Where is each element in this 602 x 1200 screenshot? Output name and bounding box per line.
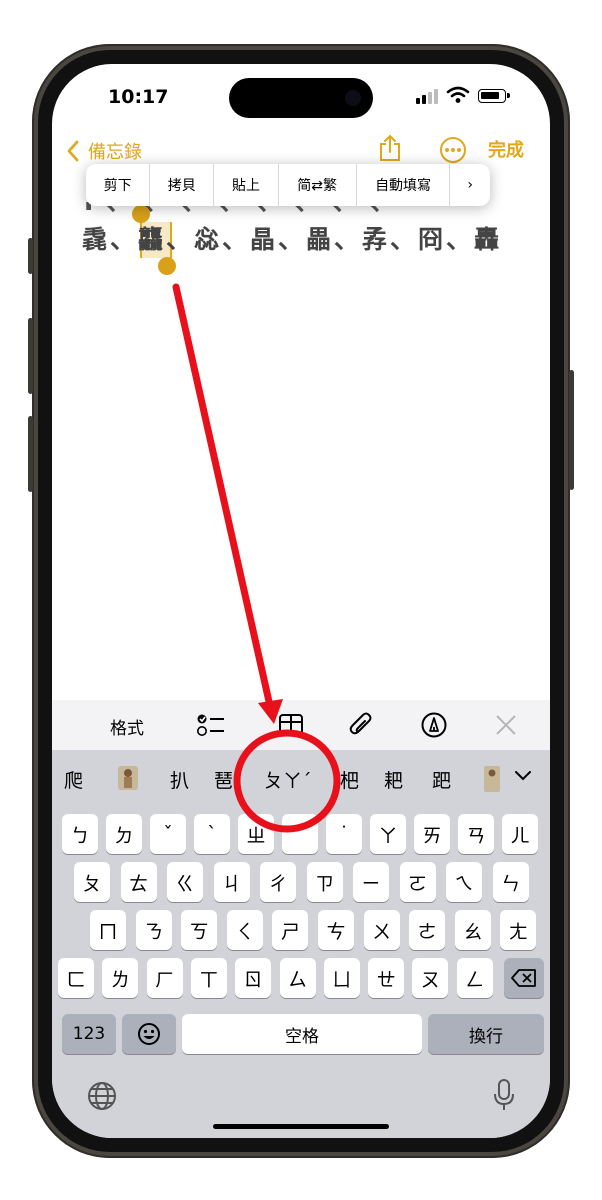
return-key[interactable]: 換行 xyxy=(428,1014,544,1054)
candidate-4[interactable]: 杷 xyxy=(340,766,359,793)
zhuyin-keyboard: 爬 扒 琶 ㄆㄚˊ 杷 耙 跁 ㄅㄉ ˇ ˋ ㄓ ˊ ˙ ㄚㄞㄢㄦ ㄆㄊㄍㄐㄔㄗㄧㄛㄟㄣ ㄇ… xyxy=(52,750,550,1138)
candidate-5[interactable]: 耙 xyxy=(384,766,403,793)
zhuyin-key[interactable]: ˋ xyxy=(194,814,230,854)
zhuyin-key[interactable]: ㄥ xyxy=(456,958,493,998)
emoji-icon xyxy=(138,1023,160,1045)
selection-end-handle[interactable] xyxy=(158,257,176,275)
candidate-1[interactable]: 爬 xyxy=(64,766,83,793)
menu-item-cut[interactable]: 剪下 xyxy=(86,164,151,206)
checklist-icon[interactable] xyxy=(196,711,226,739)
zhuyin-key[interactable]: ㄍ xyxy=(167,862,203,902)
format-toolbar: 格式 xyxy=(52,700,550,750)
done-button[interactable]: 完成 xyxy=(488,136,524,166)
zhuyin-key[interactable]: ㄌ xyxy=(102,958,139,998)
zhuyin-key[interactable]: ㄔ xyxy=(260,862,296,902)
zhuyin-key[interactable]: ㄙ xyxy=(279,958,316,998)
sticker-candidate-icon-2[interactable] xyxy=(482,764,500,794)
zhuyin-key[interactable]: ㄞ xyxy=(414,814,450,854)
chevron-left-icon xyxy=(67,140,79,162)
close-toolbar-icon[interactable] xyxy=(495,714,517,736)
zhuyin-key[interactable]: ㄎ xyxy=(181,910,218,950)
zhuyin-key[interactable]: ㄑ xyxy=(226,910,263,950)
attachment-icon[interactable] xyxy=(348,711,374,739)
table-icon[interactable] xyxy=(278,713,304,737)
zhuyin-key[interactable]: ㄖ xyxy=(235,958,272,998)
candidate-2[interactable]: 扒 xyxy=(170,766,189,793)
more-options-icon[interactable] xyxy=(440,137,466,163)
volume-down-button xyxy=(28,416,33,492)
zhuyin-key[interactable]: ㄈ xyxy=(58,958,94,998)
zhuyin-key[interactable]: ㄢ xyxy=(458,814,494,854)
zhuyin-key[interactable]: ㄅ xyxy=(62,814,98,854)
zhuyin-key[interactable]: ㄗ xyxy=(306,862,343,902)
candidate-3[interactable]: 琶 xyxy=(214,766,233,793)
zhuyin-key[interactable]: ˊ xyxy=(282,814,318,854)
candidate-6[interactable]: 跁 xyxy=(432,766,451,793)
front-camera xyxy=(345,90,361,106)
menu-more-arrow[interactable]: › xyxy=(450,164,490,206)
zhuyin-key[interactable]: ㄋ xyxy=(135,910,172,950)
side-button xyxy=(569,370,574,490)
candidate-bar: 爬 扒 琶 ㄆㄚˊ 杷 耙 跁 xyxy=(52,750,550,806)
action-button xyxy=(28,238,33,274)
zhuyin-key[interactable]: ㄓ xyxy=(238,814,274,854)
zhuyin-key[interactable]: ㄏ xyxy=(146,958,183,998)
share-icon[interactable] xyxy=(378,134,402,162)
zhuyin-key[interactable]: ㄉ xyxy=(106,814,142,854)
globe-icon[interactable] xyxy=(86,1080,118,1112)
chevron-down-icon[interactable] xyxy=(514,770,532,782)
back-label: 備忘錄 xyxy=(88,142,142,163)
zhuyin-key[interactable]: ˇ xyxy=(150,814,186,854)
zhuyin-key[interactable]: ㄆ xyxy=(74,862,110,902)
sticker-candidate-icon[interactable] xyxy=(116,764,140,792)
zhuyin-key[interactable]: ㄜ xyxy=(409,910,446,950)
zhuyin-key[interactable]: ㄠ xyxy=(454,910,491,950)
format-button[interactable]: 格式 xyxy=(110,714,144,739)
zhuyin-key[interactable]: ㄩ xyxy=(323,958,360,998)
dynamic-island xyxy=(229,78,373,118)
menu-item-autofill[interactable]: 自動填寫 xyxy=(357,164,451,206)
zhuyin-key[interactable]: ㄚ xyxy=(370,814,406,854)
backspace-icon xyxy=(511,969,536,987)
zhuyin-key[interactable]: ㄣ xyxy=(492,862,529,902)
delete-key[interactable] xyxy=(504,958,544,998)
selection-start-handle[interactable] xyxy=(132,205,150,223)
phone-screen: 10:17 備忘錄 完成 Ⅰ 、 、 、 、 、 、 、 、 毳、龘、惢、晶、畾… xyxy=(52,64,550,1138)
zhuyin-key[interactable]: ㄊ xyxy=(120,862,157,902)
emoji-key[interactable] xyxy=(122,1014,176,1054)
volume-up-button xyxy=(28,318,33,394)
zhuyin-key[interactable]: ㄤ xyxy=(500,910,537,950)
zhuyin-key[interactable]: ㄇ xyxy=(90,910,126,950)
zhuyin-key[interactable]: ㄐ xyxy=(213,862,250,902)
zhuyin-key[interactable]: ㄧ xyxy=(353,862,389,902)
menu-item-copy[interactable]: 拷貝 xyxy=(150,164,215,206)
context-menu: 剪下 拷貝 貼上 简⇄繁 自動填寫 › xyxy=(86,164,490,206)
back-button[interactable]: 備忘錄 xyxy=(66,136,142,166)
zhuyin-key[interactable]: ㄘ xyxy=(318,910,354,950)
composing-text: ㄆㄚˊ xyxy=(264,770,312,792)
wifi-icon xyxy=(446,86,470,103)
zhuyin-key[interactable]: ㄕ xyxy=(272,910,309,950)
battery-icon xyxy=(478,89,510,103)
zhuyin-key[interactable]: ㄡ xyxy=(412,958,449,998)
zhuyin-key[interactable]: ㄒ xyxy=(190,958,227,998)
zhuyin-key[interactable]: ㄟ xyxy=(446,862,482,902)
numbers-key[interactable]: 123 xyxy=(62,1014,116,1054)
markup-pen-icon[interactable] xyxy=(420,711,448,739)
microphone-icon[interactable] xyxy=(492,1078,516,1112)
menu-item-convert[interactable]: 简⇄繁 xyxy=(279,164,357,206)
home-indicator xyxy=(213,1124,389,1129)
space-key[interactable]: 空格 xyxy=(182,1014,422,1054)
note-line-2: 毳、龘、惢、晶、畾、孨、冏、轟 xyxy=(82,225,503,254)
zhuyin-key[interactable]: ㄝ xyxy=(368,958,405,998)
menu-item-paste[interactable]: 貼上 xyxy=(214,164,279,206)
zhuyin-key[interactable]: ㄨ xyxy=(363,910,400,950)
status-time: 10:17 xyxy=(108,86,169,108)
zhuyin-key[interactable]: ㄦ xyxy=(502,814,538,854)
zhuyin-key[interactable]: ㄛ xyxy=(399,862,436,902)
zhuyin-key[interactable]: ˙ xyxy=(326,814,362,854)
cellular-signal-icon xyxy=(416,88,438,104)
